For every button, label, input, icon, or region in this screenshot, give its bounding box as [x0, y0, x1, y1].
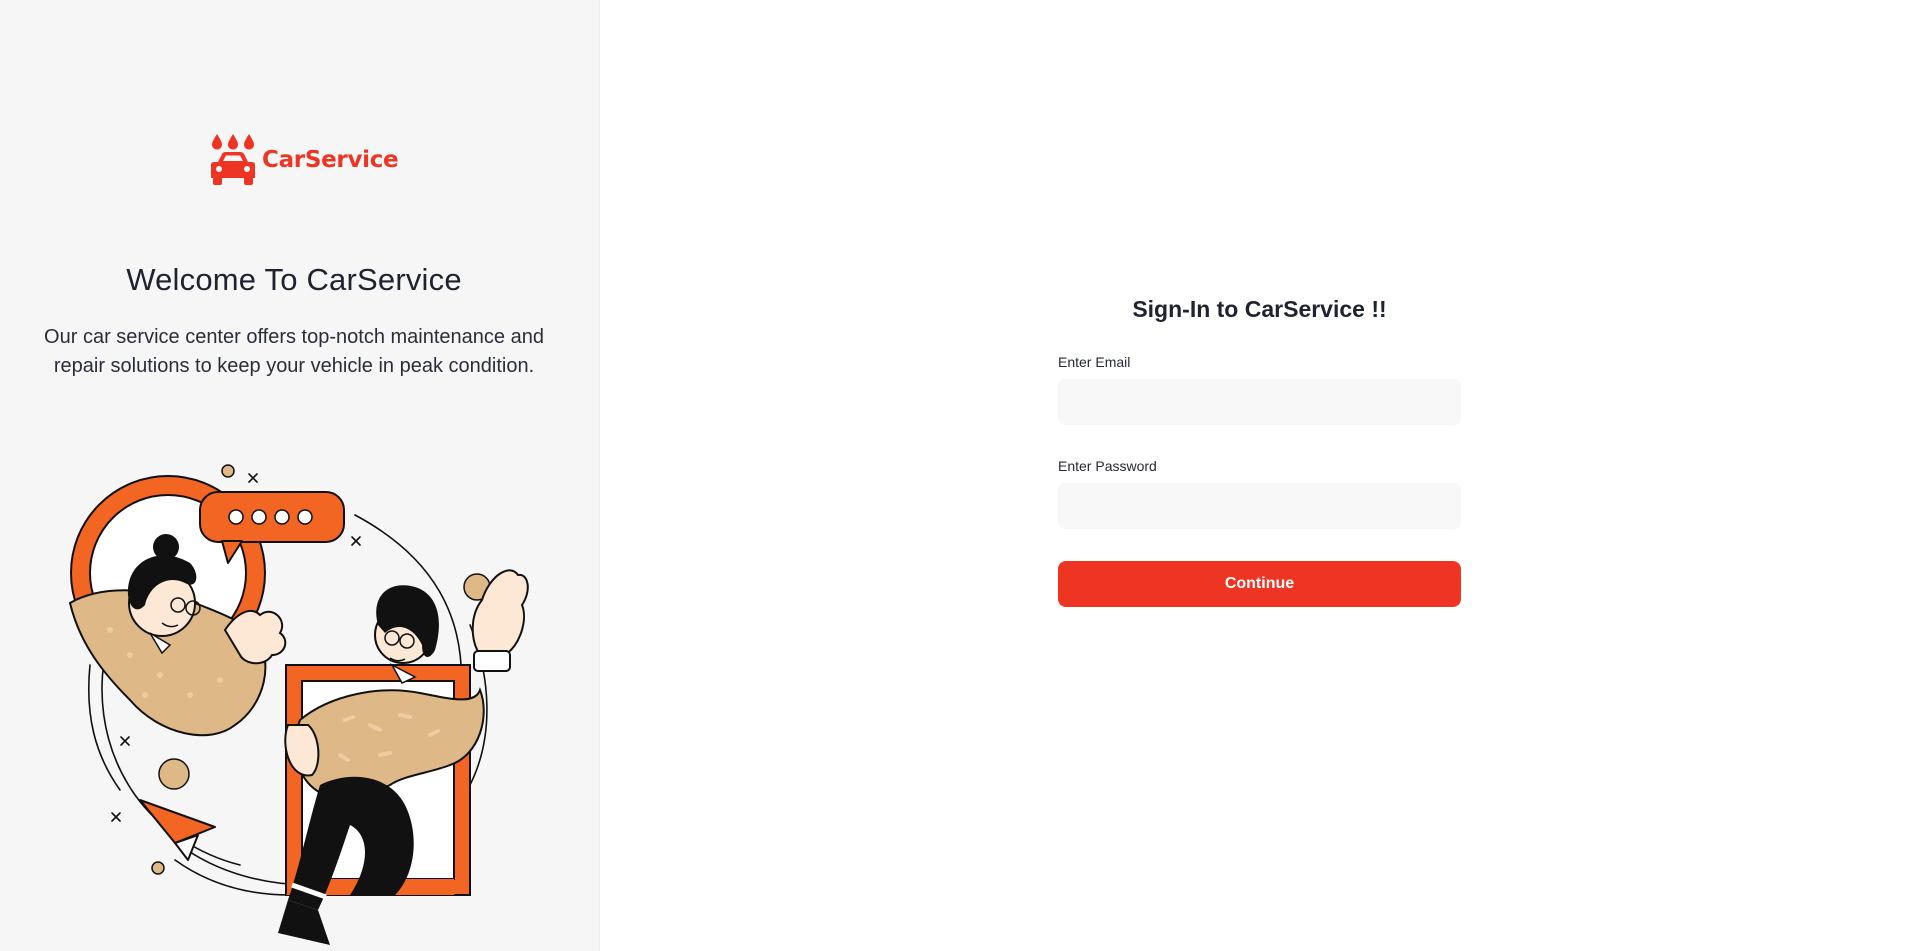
welcome-title: Welcome To CarService: [126, 262, 462, 297]
welcome-panel: CarService Welcome To CarService Our car…: [0, 0, 600, 951]
email-field[interactable]: [1058, 379, 1461, 425]
form-title: Sign-In to CarService !!: [1132, 296, 1387, 322]
car-wash-icon: [211, 134, 255, 185]
brand-logo: CarService: [208, 132, 399, 188]
sign-in-form: Sign-In to CarService !! Enter Email Ent…: [1058, 296, 1461, 607]
welcome-description: Our car service center offers top-notch …: [44, 326, 544, 377]
email-label: Enter Email: [1058, 354, 1131, 370]
password-label: Enter Password: [1058, 458, 1157, 474]
password-field[interactable]: [1058, 483, 1461, 529]
continue-button[interactable]: Continue: [1058, 561, 1461, 607]
customer-support-illustration: [68, 464, 529, 945]
brand-name: CarService: [262, 147, 399, 173]
sign-in-page: CarService Welcome To CarService Our car…: [0, 0, 1915, 951]
